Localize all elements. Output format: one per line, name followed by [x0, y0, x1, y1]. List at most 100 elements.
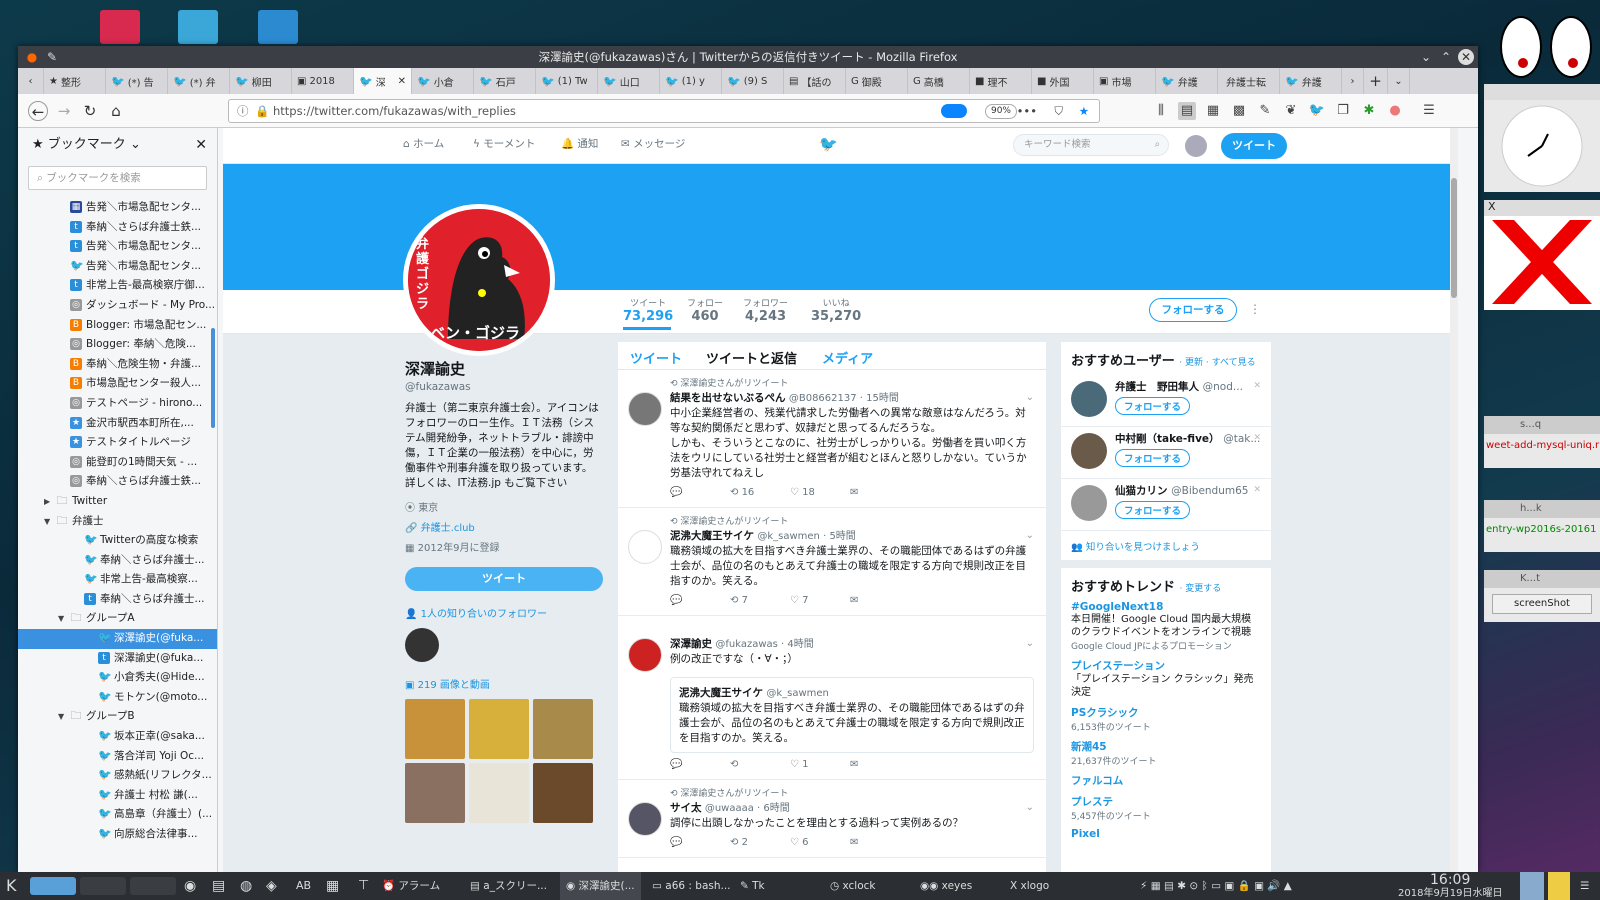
kde-menu-icon[interactable]: K: [6, 872, 17, 900]
direct-message-icon[interactable]: ✉: [850, 487, 858, 498]
find-friends-link[interactable]: 👥 知り合いを見つけましょう: [1061, 531, 1271, 561]
tab-tweets-and-replies[interactable]: ツイートと返信: [706, 348, 797, 367]
profile-avatar[interactable]: 弁護ゴジラ ベン・ゴジラ: [403, 204, 555, 356]
bookmark-item[interactable]: 🐦 向原総合法律事...: [18, 825, 217, 845]
taskbar-task[interactable]: ▤ a_スクリー...: [470, 872, 547, 900]
profile-website-link[interactable]: 弁護士.club: [421, 523, 475, 534]
bookmark-search-input[interactable]: ⌕ ブックマークを検索: [28, 166, 207, 190]
tweet-author-name[interactable]: 泥沸大魔王サイケ: [670, 530, 754, 542]
bookmark-item[interactable]: 🐦 弁護士 村松 謙(...: [18, 786, 217, 806]
sidebar-close-icon[interactable]: ✕: [195, 128, 207, 162]
notes-icon[interactable]: [1548, 872, 1570, 900]
tab-20[interactable]: 🐦 弁護: [1280, 68, 1342, 94]
trend-name[interactable]: #GoogleNext18: [1071, 601, 1261, 613]
trend-item[interactable]: #GoogleNext18 本日開催！Google Cloud 国内最大規模のクラ…: [1071, 601, 1261, 652]
follow-button[interactable]: フォローする: [1149, 298, 1237, 322]
tab-10[interactable]: 🐦 (1) y: [660, 68, 722, 94]
desktop-icon-home-folder[interactable]: [178, 10, 218, 44]
tweet[interactable]: ⟲ 深澤諭史さんがリツイート ⌄ サイ太 @uwaaaa · 6時間 調停に出頭しなか…: [618, 780, 1046, 858]
suggested-user[interactable]: ✕ 仙猫カリン @Bibendum65 フォローする: [1061, 479, 1271, 531]
tab-tweets[interactable]: ツイート: [630, 348, 682, 367]
like-button[interactable]: ♡ 18: [790, 487, 815, 498]
bookmark-item[interactable]: t 告発＼市場急配センタ...: [18, 237, 217, 257]
folder-toggle-icon[interactable]: ▼: [58, 609, 70, 629]
suggested-user-avatar[interactable]: [1071, 433, 1107, 469]
tweet-avatar[interactable]: [628, 802, 662, 836]
new-tab-icon[interactable]: +: [1364, 68, 1388, 94]
bookmark-item[interactable]: ★ 金沢市駅西本町所在,...: [18, 414, 217, 434]
taskbar-task[interactable]: ◉◉ xeyes: [920, 872, 972, 900]
bookmark-item[interactable]: t 奉納＼さらば弁護士鉄...: [18, 218, 217, 238]
minimize-icon[interactable]: ⌄: [1418, 49, 1434, 65]
tweet-menu-chevron-icon[interactable]: ⌄: [1026, 638, 1034, 649]
desktop-icon-red-folder[interactable]: [100, 10, 140, 44]
tab-close-icon[interactable]: ✕: [398, 76, 406, 87]
tab-1[interactable]: 🐦 (*) 告: [106, 68, 168, 94]
trend-name[interactable]: プレステ: [1071, 794, 1261, 809]
trend-item[interactable]: プレイステーション 「プレイステーション クラシック」発売決定: [1071, 658, 1261, 699]
nav-notifications[interactable]: 🔔 通知: [561, 128, 598, 164]
suggested-user[interactable]: ✕ 弁護士 野田隼人 @nod... フォローする: [1061, 375, 1271, 427]
tab-scroll-left-icon[interactable]: ‹: [18, 68, 44, 94]
suggested-user-avatar[interactable]: [1071, 381, 1107, 417]
user-avatar[interactable]: [1185, 135, 1207, 157]
reply-icon[interactable]: 💬: [670, 837, 682, 848]
followers-you-know-link[interactable]: 👤 1人の知り合いのフォロワー: [405, 605, 603, 620]
tab-4[interactable]: ▣ 2018: [292, 68, 354, 94]
tab-13[interactable]: G 御殿: [846, 68, 908, 94]
suggested-user-name[interactable]: 弁護士 野田隼人: [1115, 381, 1199, 393]
trend-item[interactable]: Pixel: [1071, 828, 1261, 840]
media-thumbnail[interactable]: [405, 763, 465, 823]
who-to-follow-links[interactable]: · 更新 · すべて見る: [1179, 358, 1255, 368]
dismiss-icon[interactable]: ✕: [1253, 433, 1261, 443]
desktop-pager-3[interactable]: [130, 877, 176, 895]
firefox-launcher-icon[interactable]: ◉: [184, 872, 196, 900]
taskbar-task[interactable]: ▭ a66 : bash...: [652, 872, 731, 900]
pocket-icon[interactable]: ⛉: [1054, 100, 1063, 122]
taskbar-task[interactable]: ◷ xclock: [830, 872, 876, 900]
bookmark-item[interactable]: 🐦 落合洋司 Yoji Oc...: [18, 747, 217, 767]
like-button[interactable]: ♡ 7: [790, 595, 809, 606]
bookmark-item[interactable]: ▼ 🗀 弁護士: [18, 512, 217, 532]
tweet-avatar[interactable]: [628, 392, 662, 426]
tweet-author-handle[interactable]: @k_sawmen: [757, 531, 820, 542]
tweet-time[interactable]: 6時間: [763, 803, 789, 814]
profile-website[interactable]: 🔗 弁護士.club: [405, 519, 603, 539]
quoted-tweet[interactable]: 泥沸大魔王サイケ @k_sawmen 職務領域の拡大を目指すべき弁護士業界の、その…: [670, 677, 1034, 753]
reply-icon[interactable]: 💬: [670, 595, 682, 606]
direct-message-icon[interactable]: ✉: [850, 595, 858, 606]
tweet-time[interactable]: 4時間: [787, 639, 813, 650]
retweet-button[interactable]: ⟲ 7: [730, 595, 748, 606]
tab-11[interactable]: 🐦 (9) S: [722, 68, 784, 94]
xlogo-window[interactable]: X: [1484, 200, 1600, 310]
stat-3[interactable]: いいね 35,270: [811, 296, 861, 324]
tweet-menu-chevron-icon[interactable]: ⌄: [1026, 530, 1034, 541]
apps-icon[interactable]: ▩: [1230, 102, 1248, 120]
taskbar-task[interactable]: X xlogo: [1010, 872, 1049, 900]
suggested-follow-button[interactable]: フォローする: [1115, 449, 1191, 467]
media-thumbnail[interactable]: [405, 699, 465, 759]
tab-18[interactable]: 🐦 弁護: [1156, 68, 1218, 94]
zoom-level[interactable]: 90%: [985, 104, 1017, 119]
page-scrollbar[interactable]: [1450, 128, 1458, 872]
clipboard-icon[interactable]: ❐: [1334, 102, 1352, 120]
tray-icons[interactable]: ⚡ ▦ ▤ ✱ ⊙ ᛒ ▭ ▣ 🔒 ▣ 🔊 ▲: [1140, 872, 1292, 900]
tab-scroll-right-icon[interactable]: ›: [1342, 68, 1364, 94]
bookmark-item[interactable]: ◎ テストページ - hirono...: [18, 394, 217, 414]
tab-8[interactable]: 🐦 (1) Tw: [536, 68, 598, 94]
more-options-icon[interactable]: ⋮: [1249, 302, 1261, 316]
sidebar-toggle-icon[interactable]: ▤: [1178, 102, 1196, 120]
retweet-button[interactable]: ⟲: [730, 759, 738, 770]
trend-item[interactable]: プレステ 5,457件のツイート: [1071, 794, 1261, 822]
sidebar-header[interactable]: ★ ブックマーク ⌄ ✕: [18, 128, 217, 162]
retweet-button[interactable]: ⟲ 2: [730, 837, 748, 848]
tweet-time[interactable]: 5時間: [829, 531, 855, 542]
bookmark-item[interactable]: B 市場急配センター殺人...: [18, 374, 217, 394]
tweet-time[interactable]: 15時間: [866, 393, 899, 404]
retweet-button[interactable]: ⟲ 16: [730, 487, 754, 498]
tweet-author-name[interactable]: 深澤諭史: [670, 638, 712, 650]
info-icon[interactable]: ⓘ: [237, 100, 249, 122]
bookmark-item[interactable]: 🐦 深澤諭史(@fuka...: [18, 629, 217, 649]
media-thumbnail[interactable]: [533, 763, 593, 823]
taskbar-task[interactable]: ⏰ アラーム: [382, 872, 440, 900]
